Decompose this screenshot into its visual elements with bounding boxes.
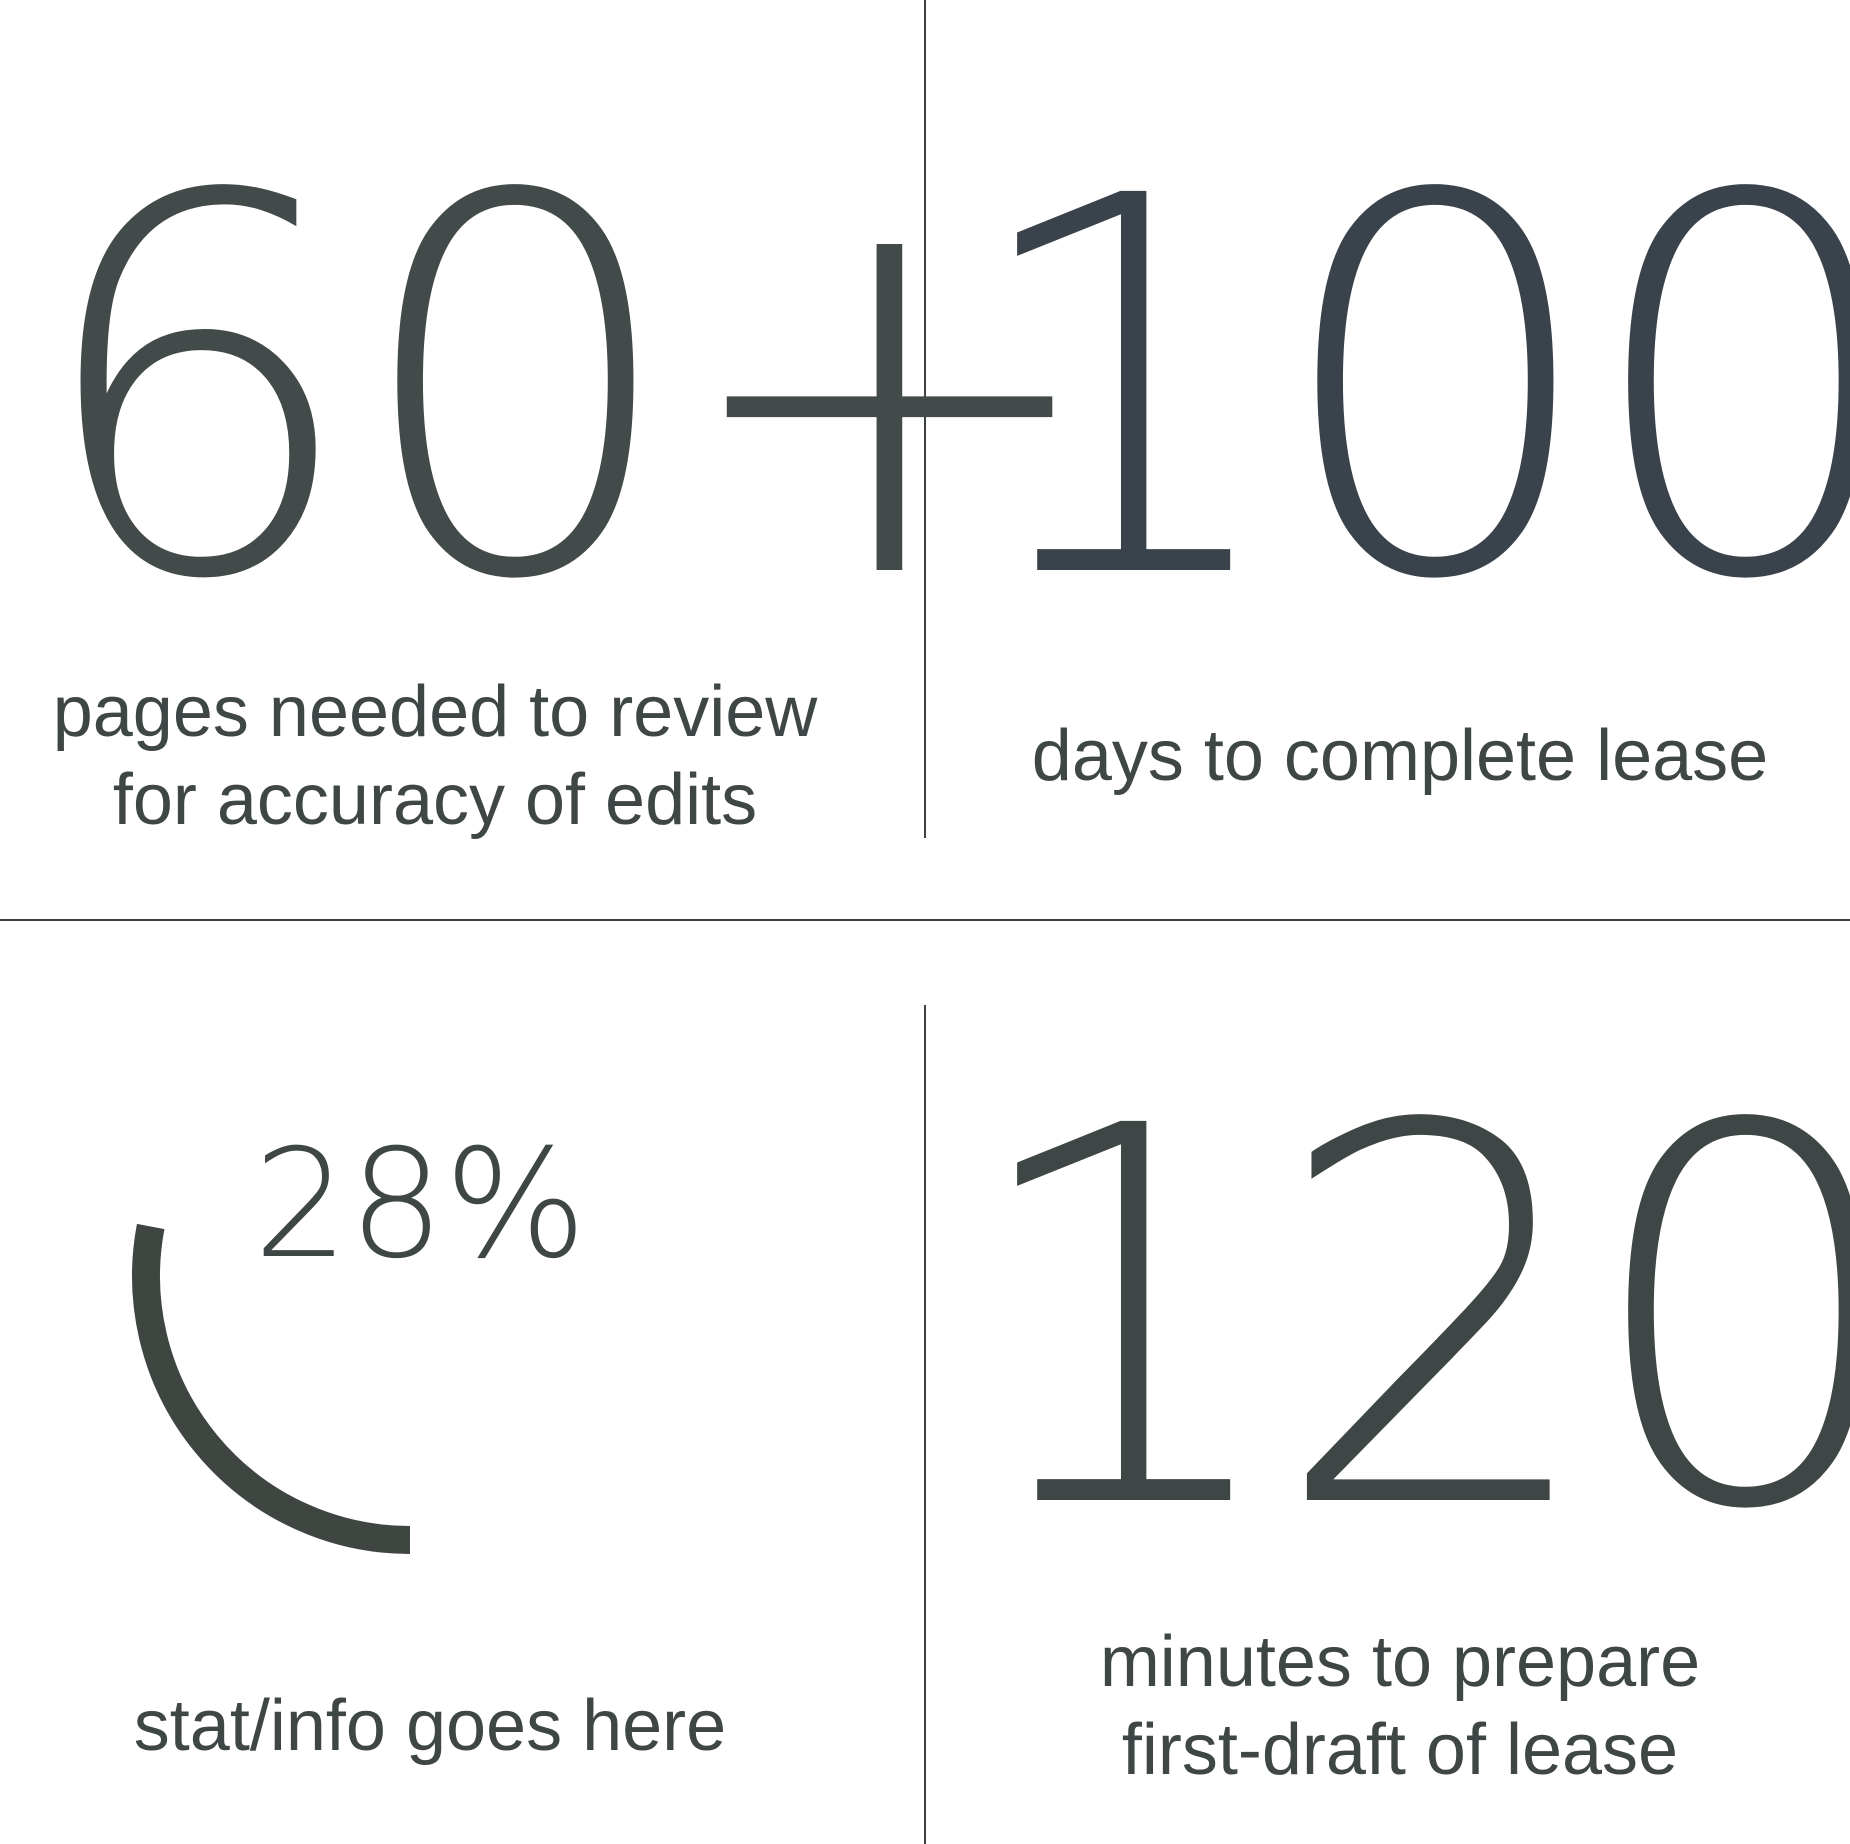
stat-value-pages: 60+	[30, 87, 1107, 693]
stat-label-minutes-line2: first-draft of lease	[1121, 1710, 1679, 1790]
stat-label-pages: pages needed to review for accuracy of e…	[0, 668, 870, 844]
stat-value-percent: 28%	[253, 1118, 587, 1292]
stat-label-pages-line2: for accuracy of edits	[112, 760, 758, 840]
stat-label-minutes: minutes to prepare first-draft of lease	[960, 1618, 1840, 1794]
stat-label-days: days to complete lease	[1031, 716, 1769, 796]
divider-horizontal	[0, 919, 1850, 921]
stat-label-minutes-line1: minutes to prepare	[1099, 1622, 1701, 1702]
stat-value-days: 100	[960, 87, 1850, 693]
stat-label-pages-line1: pages needed to review	[52, 672, 818, 752]
stat-label-info: stat/info goes here	[133, 1686, 727, 1766]
stat-value-minutes: 120	[960, 1017, 1850, 1623]
divider-bottom-vertical	[924, 1005, 926, 1844]
